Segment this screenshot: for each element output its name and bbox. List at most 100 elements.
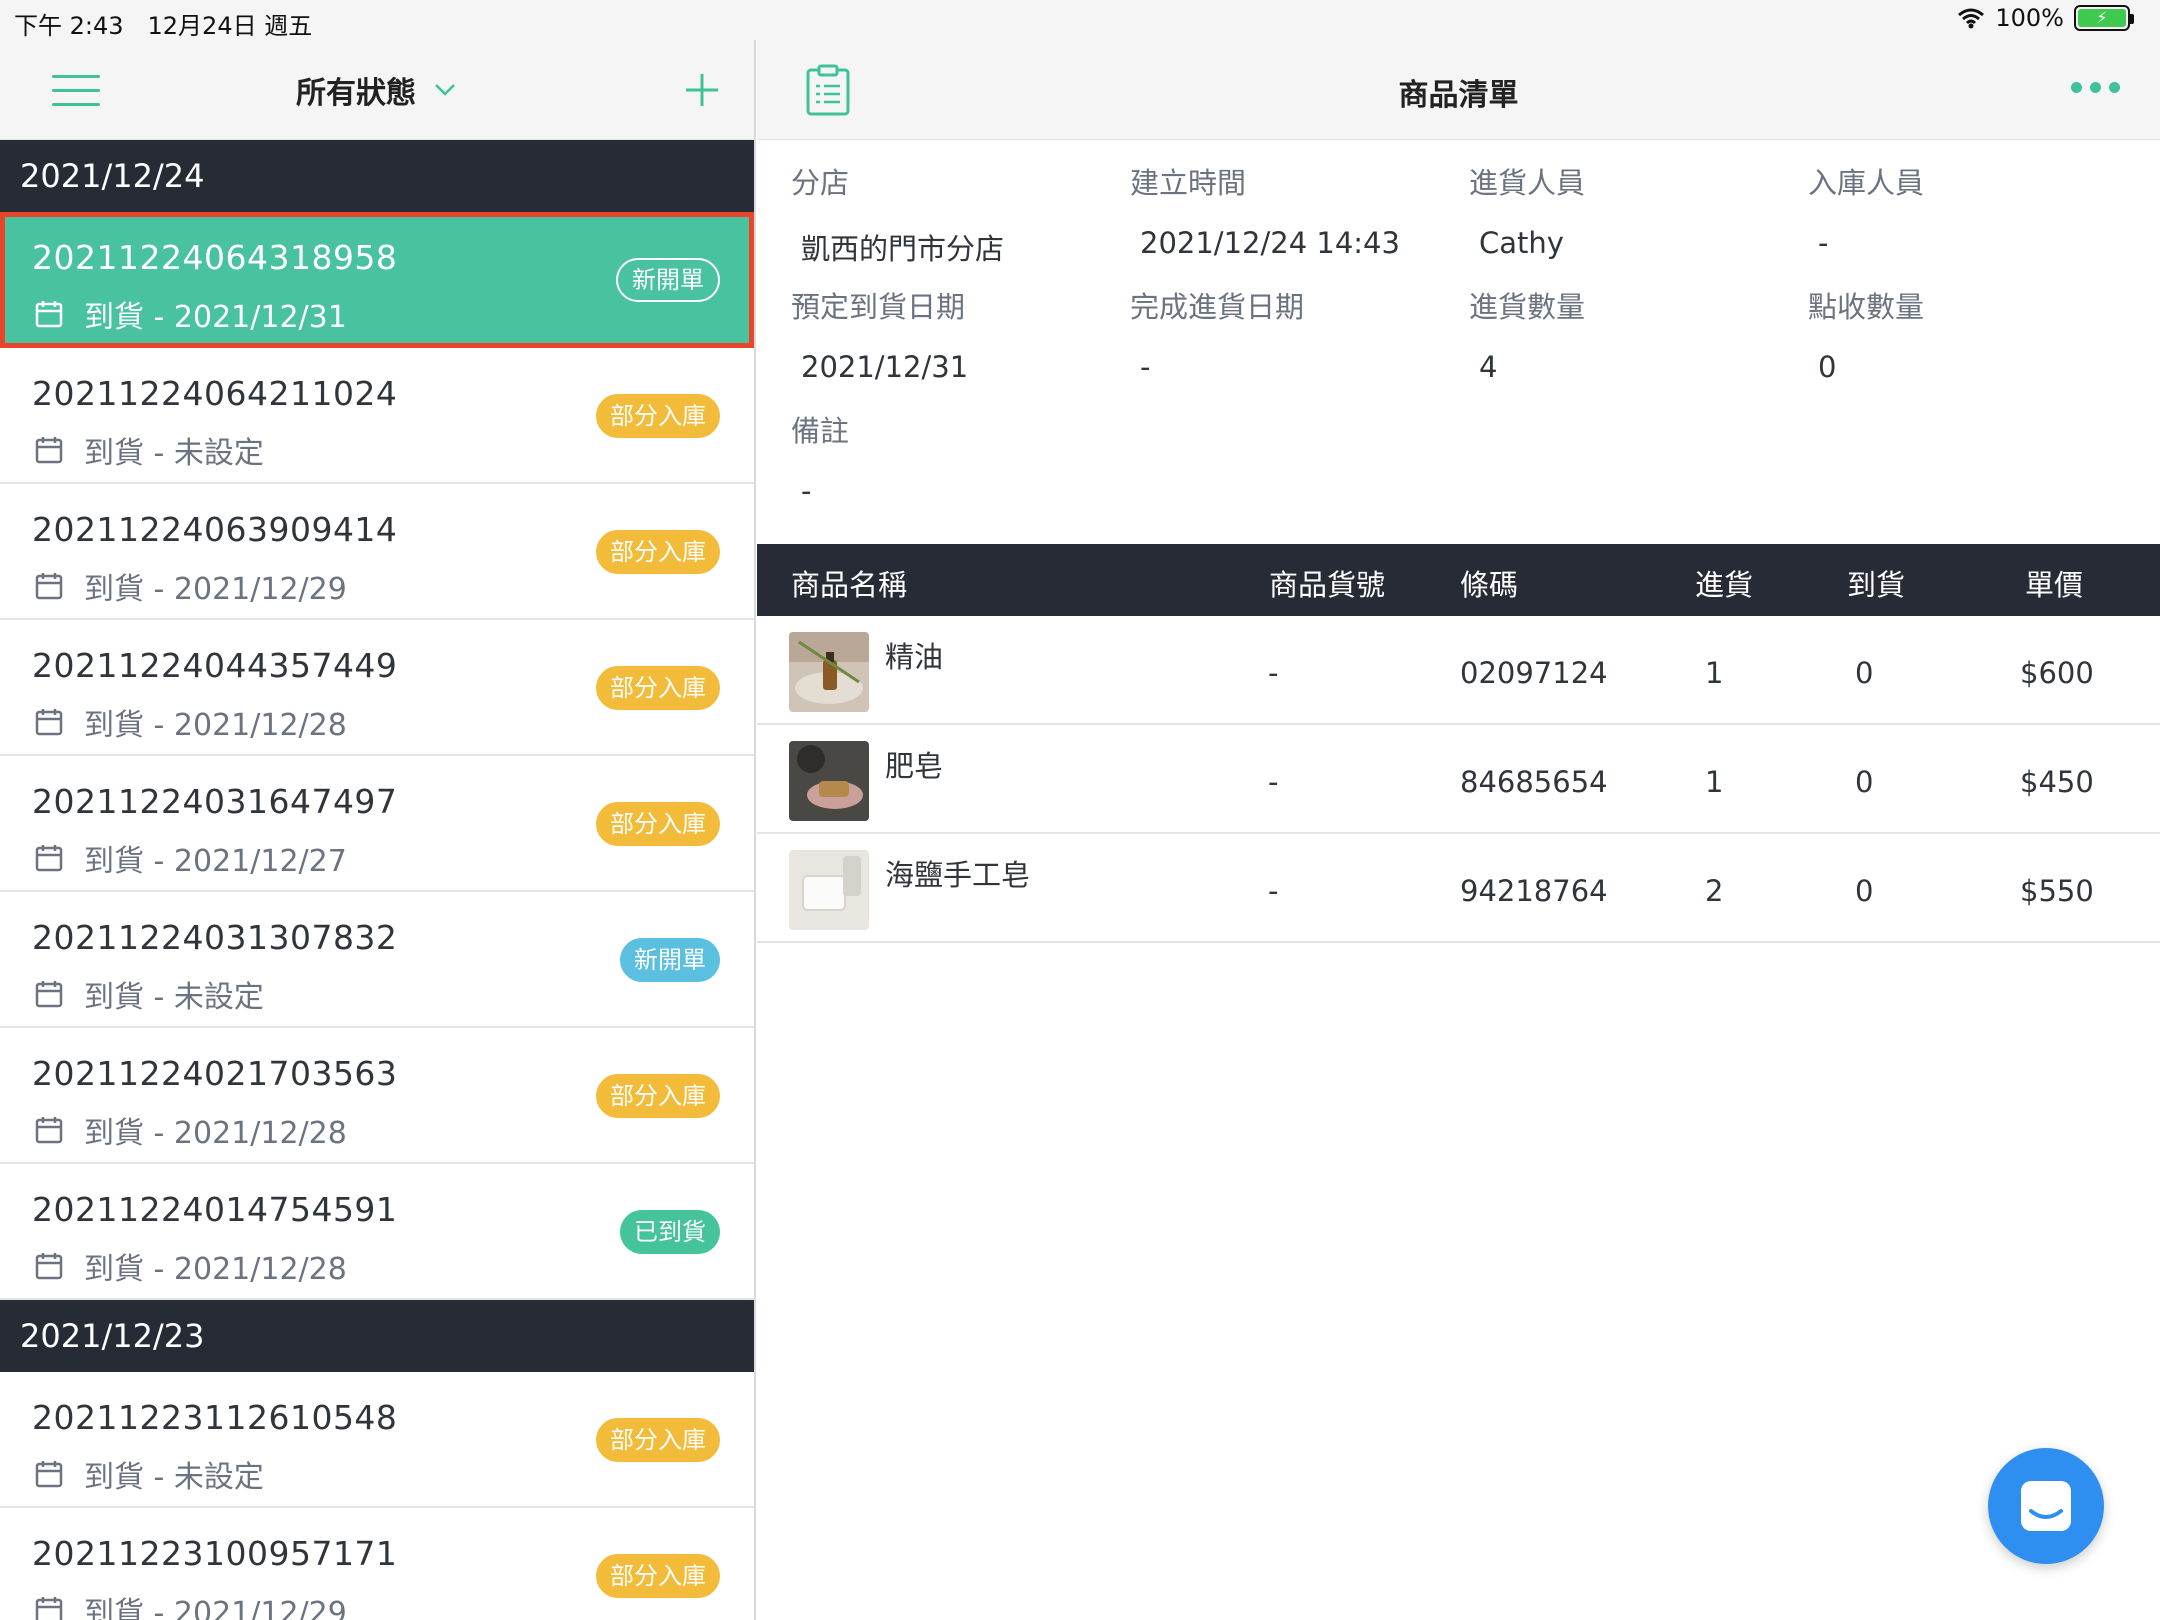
order-item[interactable]: 20211224063909414 到貨 - 2021/12/29 部分入庫 <box>0 484 754 620</box>
product-barcode: 84685654 <box>1460 765 1608 799</box>
product-price: $600 <box>2020 656 2094 690</box>
status-filter-dropdown[interactable]: 所有狀態 <box>296 68 456 112</box>
col-header-name: 商品名稱 <box>791 568 908 602</box>
status-badge: 部分入庫 <box>596 666 720 710</box>
purchaser-field: 進貨人員 Cathy <box>1469 160 1799 260</box>
field-value: - <box>1140 350 1151 384</box>
arrival-text: 到貨 - 未設定 <box>84 980 264 1015</box>
incoming-qty-field: 進貨數量 4 <box>1469 284 1799 384</box>
status-badge: 部分入庫 <box>596 1554 720 1598</box>
product-sku: - <box>1268 874 1279 908</box>
product-arrived: 0 <box>1855 656 1874 690</box>
product-incoming: 1 <box>1705 656 1724 690</box>
detail-header: 商品清單 <box>757 40 2160 140</box>
col-header-sku: 商品貨號 <box>1269 568 1386 602</box>
order-item[interactable]: 20211224044357449 到貨 - 2021/12/28 部分入庫 <box>0 620 754 756</box>
completed-date-field: 完成進貨日期 - <box>1130 284 1460 384</box>
order-number: 20211224031307832 <box>32 918 398 957</box>
order-arrival: 到貨 - 2021/12/28 <box>34 1108 347 1152</box>
calendar-icon <box>35 709 63 736</box>
table-row[interactable]: 海鹽手工皂 - 94218764 2 0 $550 <box>757 834 2160 943</box>
wifi-icon <box>1958 8 1985 29</box>
menu-icon[interactable] <box>52 75 100 107</box>
arrival-text: 到貨 - 2021/12/29 <box>84 572 347 607</box>
status-badge: 部分入庫 <box>596 1418 720 1462</box>
field-label: 分店 <box>791 166 850 200</box>
field-value: 2021/12/31 <box>801 350 969 384</box>
arrival-text: 到貨 - 2021/12/29 <box>84 1596 347 1620</box>
order-item[interactable]: 20211223100957171 到貨 - 2021/12/29 部分入庫 <box>0 1508 754 1620</box>
field-label: 點收數量 <box>1808 290 1925 324</box>
status-badge: 部分入庫 <box>596 802 720 846</box>
status-badge: 部分入庫 <box>596 1074 720 1118</box>
order-number: 20211223112610548 <box>32 1398 398 1437</box>
field-value: 2021/12/24 14:43 <box>1140 226 1400 260</box>
calendar-icon <box>35 1117 63 1144</box>
arrival-text: 到貨 - 未設定 <box>84 1460 264 1495</box>
battery-percent: 100% <box>1995 4 2064 32</box>
order-item[interactable]: 20211224014754591 到貨 - 2021/12/28 已到貨 <box>0 1164 754 1300</box>
order-number: 20211224031647497 <box>32 782 398 821</box>
order-arrival: 到貨 - 2021/12/31 <box>34 292 347 336</box>
status-badge: 新開單 <box>620 938 720 982</box>
arrival-text: 到貨 - 2021/12/27 <box>84 844 347 879</box>
calendar-icon <box>35 1597 63 1620</box>
product-incoming: 2 <box>1705 874 1724 908</box>
calendar-icon <box>35 573 63 600</box>
order-arrival: 到貨 - 未設定 <box>34 428 264 472</box>
arrival-text: 到貨 - 2021/12/31 <box>84 300 347 335</box>
product-arrived: 0 <box>1855 765 1874 799</box>
table-row[interactable]: 精油 - 02097124 1 0 $600 <box>757 616 2160 725</box>
product-table-header: 商品名稱 商品貨號 條碼 進貨 到貨 單價 <box>757 544 2160 616</box>
order-item[interactable]: 20211224021703563 到貨 - 2021/12/28 部分入庫 <box>0 1028 754 1164</box>
chevron-down-icon <box>435 84 455 96</box>
product-name: 精油 <box>885 640 944 674</box>
product-thumbnail <box>789 632 869 712</box>
order-item[interactable]: 20211223112610548 到貨 - 未設定 部分入庫 <box>0 1372 754 1508</box>
col-header-barcode: 條碼 <box>1460 568 1519 602</box>
order-number: 20211224064318958 <box>32 238 398 277</box>
order-arrival: 到貨 - 未設定 <box>34 1452 264 1496</box>
status-badge: 部分入庫 <box>596 394 720 438</box>
product-arrived: 0 <box>1855 874 1874 908</box>
field-value: - <box>1818 226 1829 260</box>
chat-button[interactable] <box>1988 1448 2104 1564</box>
product-thumbnail <box>789 850 869 930</box>
field-label: 入庫人員 <box>1808 166 1925 200</box>
arrival-text: 到貨 - 2021/12/28 <box>84 1252 347 1287</box>
product-barcode: 94218764 <box>1460 874 1608 908</box>
checked-qty-field: 點收數量 0 <box>1808 284 2138 384</box>
order-arrival: 到貨 - 2021/12/29 <box>34 1588 347 1620</box>
field-label: 完成進貨日期 <box>1130 290 1305 324</box>
product-name: 海鹽手工皂 <box>885 858 1031 892</box>
field-value: 4 <box>1479 350 1498 384</box>
product-thumbnail <box>789 741 869 821</box>
order-item[interactable]: 20211224031647497 到貨 - 2021/12/27 部分入庫 <box>0 756 754 892</box>
product-sku: - <box>1268 656 1279 690</box>
branch-field: 分店 凱西的門市分店 <box>791 160 1121 268</box>
calendar-icon <box>35 1461 63 1488</box>
col-header-arrived: 到貨 <box>1847 568 1906 602</box>
status-time-date: 下午 2:43 12月24日 週五 <box>14 12 313 40</box>
order-number: 20211223100957171 <box>32 1534 398 1573</box>
add-order-icon[interactable] <box>684 72 720 108</box>
col-header-price: 單價 <box>2025 568 2084 602</box>
table-row[interactable]: 肥皂 - 84685654 1 0 $450 <box>757 725 2160 834</box>
col-header-incoming: 進貨 <box>1695 568 1754 602</box>
field-label: 進貨人員 <box>1469 166 1586 200</box>
more-options-icon[interactable] <box>2071 82 2120 93</box>
field-value: - <box>801 474 812 508</box>
chat-icon <box>2021 1481 2071 1531</box>
order-number: 20211224014754591 <box>32 1190 398 1229</box>
status-bar: 下午 2:43 12月24日 週五 100% ⚡ <box>0 0 2160 40</box>
field-value: 0 <box>1818 350 1837 384</box>
order-item[interactable]: 20211224064211024 到貨 - 未設定 部分入庫 <box>0 348 754 484</box>
order-detail-pane: 商品清單 分店 凱西的門市分店 建立時間 2021/12/24 14:43 進貨… <box>757 40 2160 1620</box>
product-incoming: 1 <box>1705 765 1724 799</box>
calendar-icon <box>35 437 63 464</box>
order-item[interactable]: 20211224031307832 到貨 - 未設定 新開單 <box>0 892 754 1028</box>
calendar-icon <box>35 845 63 872</box>
order-item[interactable]: 20211224064318958 到貨 - 2021/12/31 新開單 <box>0 212 754 348</box>
status-filter-label: 所有狀態 <box>296 76 416 111</box>
order-list-pane: 所有狀態 2021/12/24 20211224064318958 到貨 - 2… <box>0 40 756 1620</box>
